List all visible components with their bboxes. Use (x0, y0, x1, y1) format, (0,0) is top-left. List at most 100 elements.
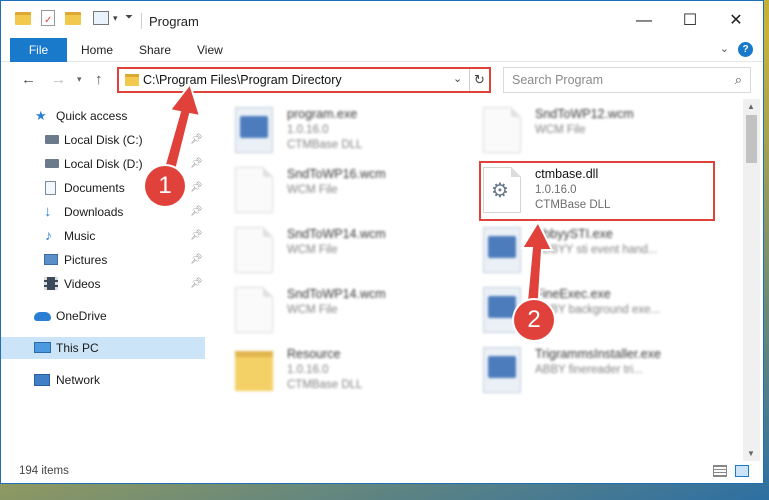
sidebar-item-music[interactable]: ♪ Music 📌︎ (1, 225, 205, 247)
scroll-thumb[interactable] (746, 115, 757, 163)
address-bar[interactable]: C:\Program Files\Program Directory ⌄ ↻ (117, 67, 491, 93)
sidebar-item-label: Local Disk (D:) (64, 157, 143, 171)
exe-file-icon (483, 227, 521, 273)
title-separator (141, 13, 142, 29)
back-arrow-icon[interactable]: ← (21, 71, 36, 88)
search-icon[interactable]: ⌕ (735, 72, 742, 88)
sidebar-item-label: Network (56, 373, 101, 387)
network-icon (34, 374, 50, 386)
new-folder-icon[interactable] (65, 12, 81, 25)
title-bar: ✓ ▾ ⏷ Program — ☐ ✕ (1, 1, 763, 41)
address-path[interactable]: C:\Program Files\Program Directory (143, 73, 342, 87)
maximize-button[interactable]: ☐ (675, 9, 705, 33)
window-title: Program (149, 14, 199, 29)
document-file-icon (235, 227, 273, 273)
drive-icon (45, 159, 59, 168)
search-box[interactable]: ⌕ (503, 67, 751, 93)
search-input[interactable] (504, 68, 719, 92)
file-name: program.exe (287, 107, 358, 121)
file-description: ABBYY sti event hand... (535, 244, 658, 256)
chevron-down-icon[interactable]: ▾ (113, 13, 118, 24)
file-name: Resource (287, 347, 341, 361)
sidebar-item-pictures[interactable]: Pictures 📌︎ (1, 249, 205, 271)
expand-ribbon-icon[interactable]: ⌄ (720, 43, 729, 55)
scroll-up-icon[interactable]: ▲ (747, 102, 755, 111)
exe-file-icon (483, 347, 521, 393)
drive-icon (45, 135, 59, 144)
file-name: SndToWP16.wcm (287, 167, 386, 181)
close-button[interactable]: ✕ (721, 9, 751, 33)
file-type: WCM File (287, 304, 338, 316)
file-name: SndToWP14.wcm (287, 227, 386, 241)
sidebar-item-onedrive[interactable]: OneDrive (1, 305, 205, 327)
exe-file-icon (235, 107, 273, 153)
pin-icon[interactable]: 📌︎ (190, 254, 203, 265)
navigation-pane: ★ Quick access Local Disk (C:) 📌︎ Local … (1, 99, 205, 461)
step-1-callout: 1 (145, 166, 185, 206)
file-version: 1.0.16.0 (287, 124, 329, 136)
file-item-program-exe[interactable]: program.exe 1.0.16.0 CTMBase DLL (221, 103, 461, 159)
pin-icon[interactable]: 📌︎ (190, 230, 203, 241)
scroll-down-icon[interactable]: ▼ (747, 449, 755, 458)
forward-arrow-icon[interactable]: → (51, 71, 66, 88)
sidebar-item-local-disk-c[interactable]: Local Disk (C:) 📌︎ (1, 129, 205, 151)
recent-locations-icon[interactable]: ▾ (77, 74, 82, 85)
sidebar-item-label: Documents (64, 181, 125, 195)
sidebar-item-label: Videos (64, 277, 101, 291)
file-item-resource[interactable]: Resource 1.0.16.0 CTMBase DLL (221, 343, 461, 399)
file-item-sndtowp12[interactable]: SndToWP12.wcm WCM File (469, 103, 709, 159)
customize-toolbar-icon[interactable]: ⏷ (125, 12, 133, 23)
document-file-icon (235, 167, 273, 213)
file-name: TrigrammsInstaller.exe (535, 347, 661, 361)
file-item-fineexec[interactable]: FineExec.exe ABBY background exe... (469, 283, 709, 339)
file-item-abbyysti[interactable]: AbbyySTI.exe ABBYY sti event hand... (469, 223, 709, 279)
pin-icon[interactable]: 📌︎ (190, 278, 203, 289)
file-item-trigrammsinstaller[interactable]: TrigrammsInstaller.exe ABBY finereader t… (469, 343, 709, 399)
sidebar-item-label: Pictures (64, 253, 108, 267)
highlight-ctmbase-dll (479, 161, 715, 221)
sidebar-item-quick-access[interactable]: ★ Quick access (1, 105, 205, 127)
minimize-button[interactable]: — (629, 9, 659, 33)
tab-share[interactable]: Share (139, 43, 171, 57)
pin-icon[interactable]: 📌︎ (190, 182, 203, 193)
quick-access-toolbar-icon[interactable] (93, 11, 109, 25)
help-icon[interactable]: ? (738, 42, 753, 57)
pictures-icon (44, 254, 58, 265)
tiles-view-icon[interactable] (735, 465, 749, 477)
sidebar-item-label: OneDrive (56, 309, 107, 323)
tab-file[interactable]: File (10, 38, 67, 62)
file-type: WCM File (535, 124, 586, 136)
file-item-sndtowp16[interactable]: SndToWP16.wcm WCM File (221, 163, 461, 219)
file-name: SndToWP14.wcm (287, 287, 386, 301)
pin-icon[interactable]: 📌︎ (190, 206, 203, 217)
file-item-sndtowp14-b[interactable]: SndToWP14.wcm WCM File (221, 283, 461, 339)
tab-view[interactable]: View (197, 43, 223, 57)
pin-icon[interactable]: 📌︎ (190, 158, 203, 169)
refresh-icon[interactable]: ↻ (469, 69, 489, 91)
sidebar-item-this-pc[interactable]: This PC (1, 337, 205, 359)
sidebar-item-label: Downloads (64, 205, 124, 219)
ribbon: File Home Share View ⌄ ? (1, 38, 763, 62)
details-view-icon[interactable] (713, 465, 727, 477)
chevron-down-icon[interactable]: ⌄ (453, 72, 462, 85)
file-type: WCM File (287, 184, 338, 196)
file-description: CTMBase DLL (287, 139, 363, 151)
sidebar-item-label: This PC (56, 341, 99, 355)
file-name: FineExec.exe (535, 287, 611, 301)
tab-home[interactable]: Home (81, 43, 113, 57)
sidebar-item-downloads[interactable]: ↓ Downloads 📌︎ (1, 201, 205, 223)
cloud-icon (34, 312, 51, 321)
properties-icon[interactable]: ✓ (41, 10, 55, 26)
sidebar-item-videos[interactable]: Videos 📌︎ (1, 273, 205, 295)
sidebar-item-network[interactable]: Network (1, 369, 205, 391)
pin-icon[interactable]: 📌︎ (190, 134, 203, 145)
file-item-sndtowp14-a[interactable]: SndToWP14.wcm WCM File (221, 223, 461, 279)
file-description: ABBY finereader tri... (535, 364, 643, 376)
ribbon-controls: ⌄ ? (720, 42, 753, 57)
file-type: WCM File (287, 244, 338, 256)
folder-icon (125, 74, 139, 86)
folder-icon (235, 351, 273, 391)
up-arrow-icon[interactable]: ↑ (95, 71, 103, 88)
documents-icon (45, 181, 56, 195)
vertical-scrollbar[interactable]: ▲ ▼ (743, 99, 760, 461)
